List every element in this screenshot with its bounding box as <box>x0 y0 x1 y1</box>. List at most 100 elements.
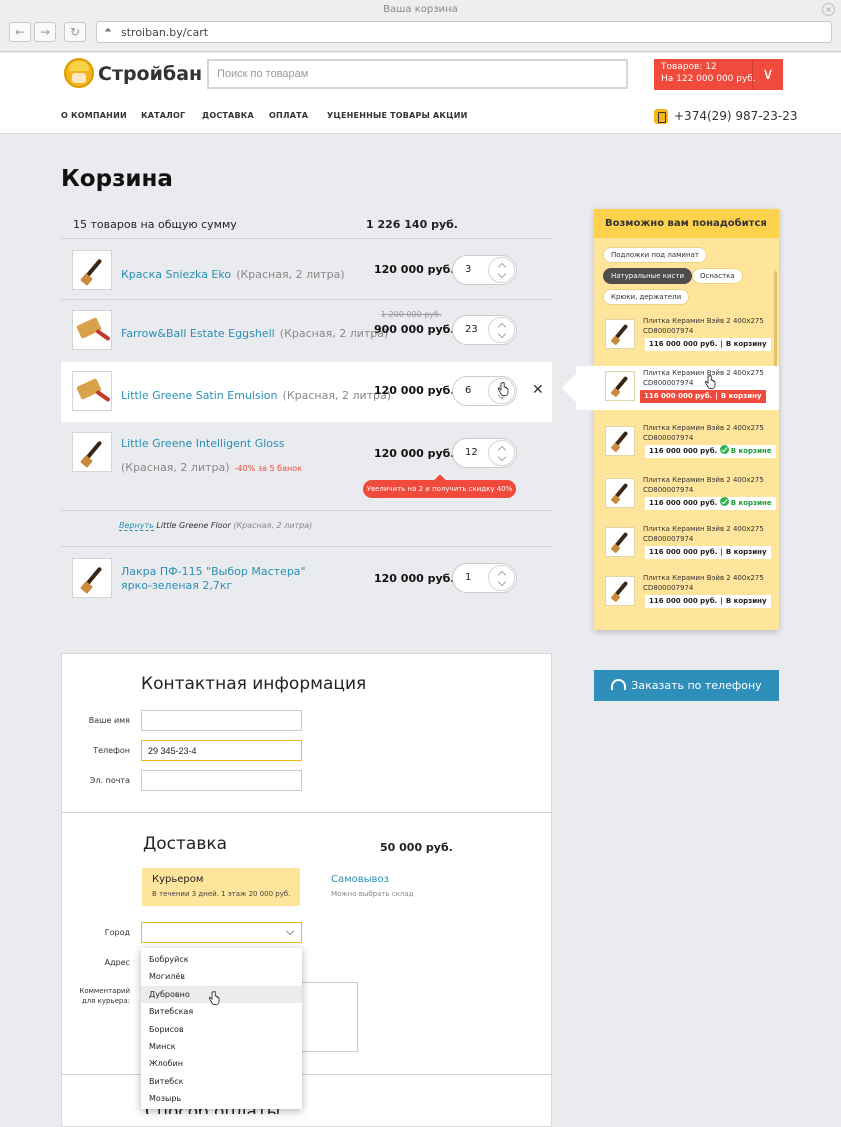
city-option[interactable]: Витебск <box>141 1073 302 1090</box>
recommendation-product-name[interactable]: Плитка Керамин Вэйв 2 400x275 CD800007974 <box>643 524 764 544</box>
comment-textarea[interactable] <box>294 982 358 1052</box>
quantity-stepper[interactable]: 12 <box>452 438 517 468</box>
city-option[interactable]: Могилёв <box>141 968 302 985</box>
city-option[interactable]: Жлобин <box>141 1055 302 1072</box>
city-option[interactable]: Дубровно <box>141 985 302 1003</box>
quantity-stepper[interactable]: 1 <box>452 563 517 593</box>
promo-label: -40% за 5 банок <box>234 464 302 473</box>
scrollbar[interactable] <box>774 271 777 375</box>
chip-tooling[interactable]: Оснастка <box>692 268 743 284</box>
stepper-arrows-icon[interactable] <box>488 565 515 591</box>
recommendation-product-name[interactable]: Плитка Керамин Вэйв 2 400x275 CD800007974 <box>643 573 764 593</box>
product-variant: (Красная, 2 литра) <box>236 268 345 281</box>
product-thumbnail[interactable] <box>605 527 635 557</box>
discount-hint-badge[interactable]: Увеличить на 2 и получить скидку 40% <box>363 480 516 498</box>
menu-item-payment[interactable]: ОПЛАТА <box>269 111 308 120</box>
product-name-link[interactable]: Краска Sniezka Eko <box>121 268 231 281</box>
recommendation-code: CD800007974 <box>643 434 694 442</box>
search-input[interactable] <box>207 59 628 89</box>
stepper-arrows-icon[interactable] <box>488 257 515 283</box>
product-thumbnail[interactable] <box>72 558 112 598</box>
in-cart-indicator[interactable]: 116 000 000 руб. В корзине <box>645 445 776 458</box>
recommendation-product-name[interactable]: Плитка Керамин Вэйв 2 400x275 CD800007974 <box>643 475 764 495</box>
product-thumbnail[interactable] <box>605 478 635 508</box>
product-thumbnail[interactable] <box>605 576 635 606</box>
quantity-value[interactable]: 12 <box>465 447 478 458</box>
delivery-option-pickup[interactable]: Самовывоз <box>331 874 389 885</box>
chip-natural-brushes[interactable]: Натуральные кисти <box>603 268 692 284</box>
cart-button[interactable]: Товаров: 12 На 122 000 000 руб. ∨ <box>654 59 783 90</box>
window-close-button[interactable]: × <box>822 3 835 16</box>
city-option[interactable]: Витебская <box>141 1003 302 1020</box>
quantity-stepper[interactable]: 23 <box>452 315 517 345</box>
chevron-down-icon[interactable]: ∨ <box>752 59 783 90</box>
hand-cursor-icon <box>704 374 716 393</box>
recommendation-price: 116 000 000 руб. <box>649 447 718 455</box>
city-option[interactable]: Минск <box>141 1038 302 1055</box>
product-name-link[interactable]: Little Greene Satin Emulsion <box>121 389 277 402</box>
quantity-value[interactable]: 3 <box>465 264 471 275</box>
quantity-value[interactable]: 1 <box>465 572 471 583</box>
recommendation-product-name[interactable]: Плитка Керамин Вэйв 2 400x275 CD800007974 <box>643 316 764 336</box>
cart-item: (Красная, 2 литра) -40% за 5 банок <box>121 456 302 475</box>
reload-button[interactable]: ↻ <box>64 22 86 42</box>
header-phone[interactable]: +374(29) 987-23-23 <box>674 109 798 123</box>
chip-hooks[interactable]: Крюки, держатели <box>603 289 690 305</box>
back-button[interactable]: ← <box>9 22 31 42</box>
browser-chrome: Ваша корзина × ← → ↻ ⏶ stroiban.by/cart <box>0 0 841 52</box>
city-select[interactable] <box>141 922 302 943</box>
add-to-cart-button[interactable]: 116 000 000 руб. | В корзину <box>645 595 771 608</box>
product-thumbnail[interactable] <box>605 371 635 401</box>
stepper-arrows-icon[interactable] <box>488 317 515 343</box>
order-by-phone-button[interactable]: Заказать по телефону <box>594 670 779 701</box>
divider <box>61 510 552 511</box>
chip-underlay[interactable]: Подложки под ламинат <box>603 247 707 263</box>
product-thumbnail[interactable] <box>605 426 635 456</box>
forward-button[interactable]: → <box>34 22 56 42</box>
restore-link[interactable]: Вернуть <box>119 521 154 531</box>
in-cart-indicator[interactable]: 116 000 000 руб. В корзине <box>645 497 776 510</box>
product-thumbnail[interactable] <box>72 432 112 472</box>
menu-item-discounted[interactable]: УЦЕНЕННЫЕ ТОВАРЫ <box>327 111 430 120</box>
add-to-cart-button[interactable]: 116 000 000 руб. | В корзину <box>645 546 771 559</box>
city-option[interactable]: Борисов <box>141 1021 302 1038</box>
quantity-stepper[interactable]: 3 <box>452 255 517 285</box>
product-name-link[interactable]: Лакра ПФ-115 "Выбор Мастера" <box>121 565 306 578</box>
comment-label-line2: для курьера: <box>81 997 130 1005</box>
city-option[interactable]: Бобруйск <box>141 951 302 968</box>
logo-text[interactable]: Стройбан <box>98 63 202 85</box>
product-name-link[interactable]: Little Greene Intelligent Gloss <box>121 437 284 450</box>
quantity-value[interactable]: 6 <box>465 385 471 396</box>
product-name-link-line2[interactable]: ярко-зеленая 2,7кг <box>121 579 232 592</box>
product-variant: (Красная, 2 литра) <box>121 461 230 474</box>
in-cart-label: В корзине <box>730 499 772 507</box>
menu-item-catalog[interactable]: КАТАЛОГ <box>141 111 185 120</box>
quantity-value[interactable]: 23 <box>465 324 478 335</box>
menu-item-promotions[interactable]: АКЦИИ <box>433 111 468 120</box>
product-thumbnail[interactable] <box>72 371 112 411</box>
delivery-option-courier[interactable]: Курьером В течении 3 дней. 1 этаж 20 000… <box>142 868 300 906</box>
phone-field[interactable] <box>141 740 302 761</box>
product-name-link[interactable]: Farrow&Ball Estate Eggshell <box>121 327 275 340</box>
product-thumbnail[interactable] <box>72 250 112 290</box>
menu-item-company[interactable]: О КОМПАНИИ <box>61 111 127 120</box>
recommendation-name-text: Плитка Керамин Вэйв 2 400x275 <box>643 476 764 484</box>
email-field[interactable] <box>141 770 302 791</box>
courier-description: В течении 3 дней. 1 этаж 20 000 руб. <box>152 890 291 898</box>
stepper-arrows-icon[interactable] <box>488 440 515 466</box>
add-to-cart-button[interactable]: 116 000 000 руб. | В корзину <box>645 338 771 351</box>
city-dropdown-list[interactable]: Бобруйск Могилёв Дубровно Витебская Борисов М… <box>141 948 302 1109</box>
name-field[interactable] <box>141 710 302 731</box>
product-price: 120 000 руб. <box>374 263 455 276</box>
add-to-cart-label: В корзину <box>725 597 767 605</box>
remove-item-icon[interactable]: ✕ <box>532 382 544 398</box>
add-to-cart-button[interactable]: 116 000 000 руб. | В корзину <box>640 390 766 403</box>
product-thumbnail[interactable] <box>72 310 112 350</box>
address-bar[interactable]: ⏶ stroiban.by/cart <box>96 21 832 43</box>
recommendation-product-name[interactable]: Плитка Керамин Вэйв 2 400x275 CD800007974 <box>643 423 764 443</box>
chevron-down-icon[interactable] <box>285 926 295 936</box>
builder-logo-icon[interactable] <box>64 58 94 88</box>
product-thumbnail[interactable] <box>605 319 635 349</box>
menu-item-delivery[interactable]: ДОСТАВКА <box>202 111 254 120</box>
city-option[interactable]: Мозырь <box>141 1090 302 1107</box>
